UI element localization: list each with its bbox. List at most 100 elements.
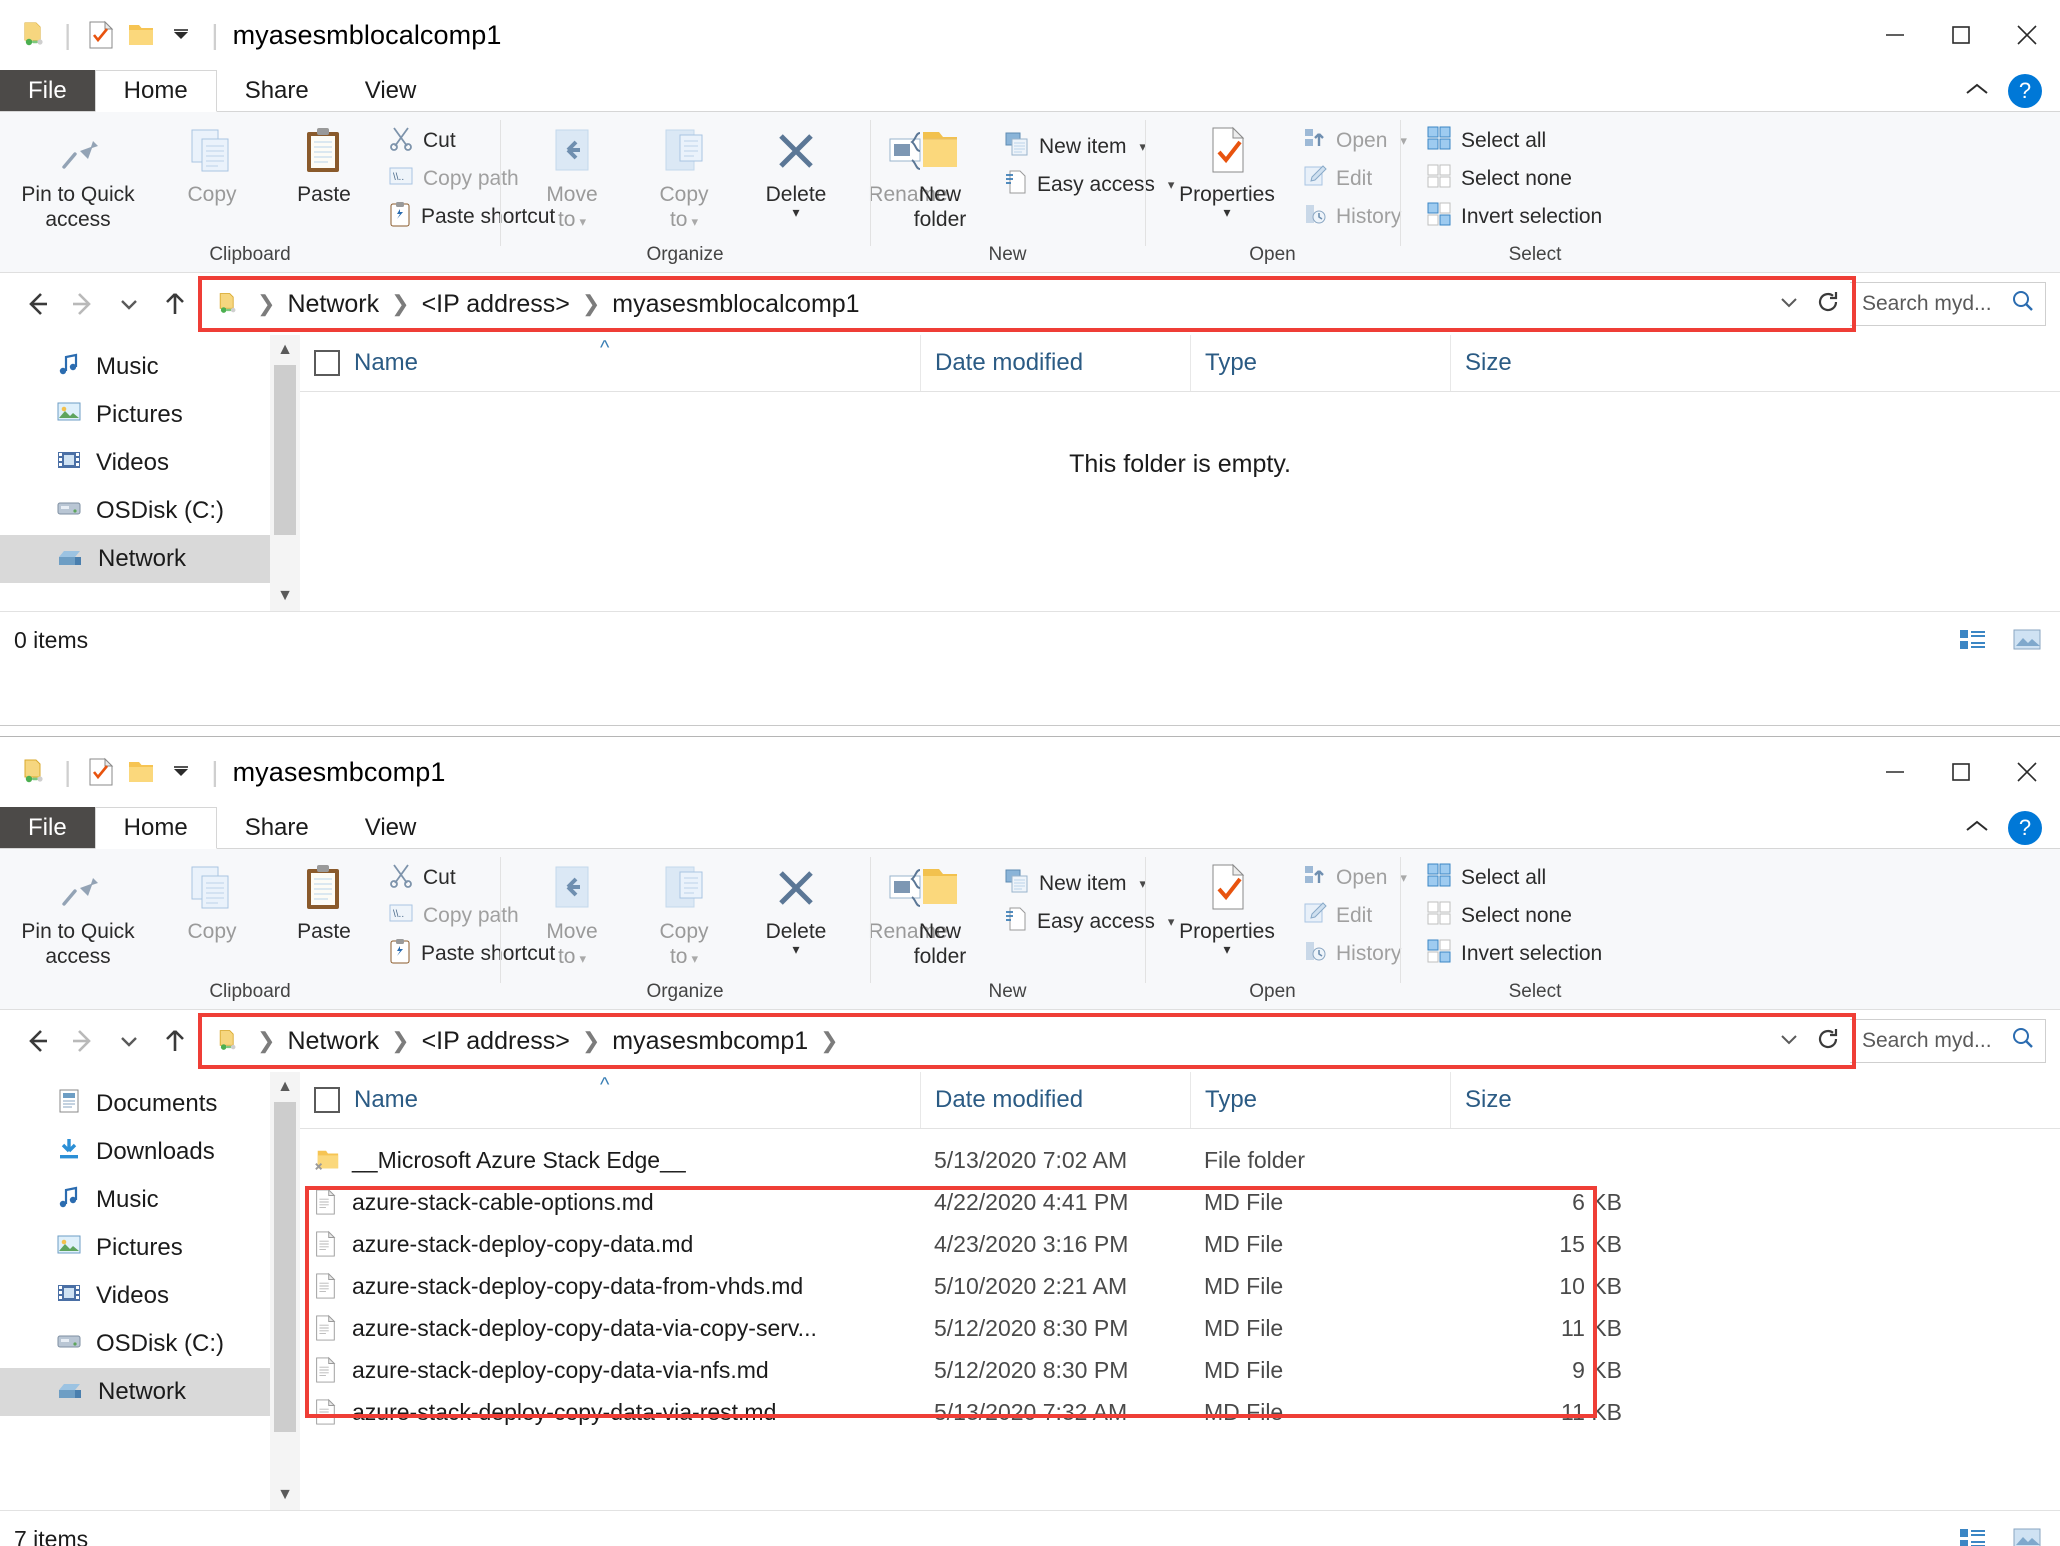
maximize-button[interactable] xyxy=(1928,0,1994,70)
paste-button[interactable]: Paste xyxy=(268,857,380,944)
properties-button[interactable]: Properties ▾ xyxy=(1159,120,1295,219)
move-to-button[interactable]: Move to ▾ xyxy=(516,120,628,234)
pin-to-quick-access-button[interactable]: Pin to Quick access xyxy=(0,120,156,232)
breadcrumb-separator[interactable]: ❯ xyxy=(245,1028,287,1054)
column-header-name[interactable]: Name ^ xyxy=(300,335,920,391)
nav-scroll-up-icon[interactable]: ▲ xyxy=(277,335,293,365)
tab-share[interactable]: Share xyxy=(217,70,337,112)
nav-scroll-down-icon[interactable]: ▼ xyxy=(277,1480,293,1510)
copy-button[interactable]: Copy xyxy=(156,857,268,944)
column-header-type[interactable]: Type xyxy=(1190,335,1450,391)
breadcrumb-item-ip[interactable]: <IP address> xyxy=(422,290,570,319)
sidebar-item-network[interactable]: Network xyxy=(0,535,300,583)
pin-to-quick-access-button[interactable]: Pin to Quick access xyxy=(0,857,156,969)
open-button[interactable]: Open ▾ xyxy=(1295,859,1415,897)
new-folder-button[interactable]: New folder xyxy=(884,857,996,969)
refresh-icon[interactable] xyxy=(1815,1026,1841,1057)
up-button[interactable] xyxy=(152,281,198,327)
sidebar-item-videos[interactable]: Videos xyxy=(0,439,300,487)
copy-button[interactable]: Copy xyxy=(156,120,268,207)
back-button[interactable] xyxy=(14,1018,60,1064)
details-view-button[interactable] xyxy=(1954,623,1992,657)
copy-to-button[interactable]: Copy to ▾ xyxy=(628,120,740,234)
close-button[interactable] xyxy=(1994,0,2060,70)
sidebar-item-music[interactable]: Music xyxy=(0,343,300,391)
minimize-button[interactable] xyxy=(1862,737,1928,807)
nav-scroll-thumb[interactable] xyxy=(274,365,296,535)
breadcrumb-separator[interactable]: ❯ xyxy=(379,1028,421,1054)
select-none-button[interactable]: Select none xyxy=(1418,160,1610,198)
tab-home[interactable]: Home xyxy=(94,807,217,849)
sidebar-item-pictures[interactable]: Pictures xyxy=(0,1224,300,1272)
breadcrumb-separator[interactable]: ❯ xyxy=(379,291,421,317)
tab-file[interactable]: File xyxy=(0,807,95,849)
nav-scroll-up-icon[interactable]: ▲ xyxy=(277,1072,293,1102)
quick-access-toolbar[interactable]: | | myasesmbcomp1 xyxy=(0,752,445,792)
collapse-ribbon-icon[interactable] xyxy=(1964,817,1990,840)
table-row[interactable]: azure-stack-deploy-copy-data-via-nfs.md … xyxy=(300,1349,2060,1391)
breadcrumb-separator[interactable]: ❯ xyxy=(570,291,612,317)
maximize-button[interactable] xyxy=(1928,737,1994,807)
collapse-ribbon-icon[interactable] xyxy=(1964,80,1990,103)
sidebar-item-downloads[interactable]: Downloads xyxy=(0,1128,300,1176)
nav-scrollbar[interactable]: ▲ ▼ xyxy=(270,1072,300,1510)
help-button[interactable]: ? xyxy=(2008,811,2042,845)
breadcrumb-item-share[interactable]: myasesmblocalcomp1 xyxy=(612,290,859,319)
tab-file[interactable]: File xyxy=(0,70,95,112)
column-header-date[interactable]: Date modified xyxy=(920,335,1190,391)
details-view-button[interactable] xyxy=(1954,1522,1992,1546)
search-input[interactable]: Search myd... xyxy=(1850,1019,2046,1063)
search-icon[interactable] xyxy=(2011,289,2035,319)
nav-scroll-thumb[interactable] xyxy=(274,1102,296,1432)
delete-chevron-down-icon[interactable]: ▾ xyxy=(792,205,799,219)
breadcrumb-item-network[interactable]: Network xyxy=(287,1027,379,1056)
column-header-name[interactable]: Name ^ xyxy=(300,1072,920,1128)
breadcrumb-item-share[interactable]: myasesmbcomp1 xyxy=(612,1027,808,1056)
tab-view[interactable]: View xyxy=(337,70,445,112)
history-button[interactable]: History xyxy=(1295,935,1415,973)
properties-chevron-down-icon[interactable]: ▾ xyxy=(1223,205,1230,219)
sidebar-item-osdisk[interactable]: OSDisk (C:) xyxy=(0,487,300,535)
edit-button[interactable]: Edit xyxy=(1295,897,1415,935)
refresh-icon[interactable] xyxy=(1815,289,1841,320)
select-all-checkbox[interactable] xyxy=(314,1087,340,1113)
tab-share[interactable]: Share xyxy=(217,807,337,849)
recent-locations-chevron-down-icon[interactable] xyxy=(106,281,152,327)
sidebar-item-osdisk[interactable]: OSDisk (C:) xyxy=(0,1320,300,1368)
select-all-button[interactable]: Select all xyxy=(1418,122,1610,160)
sidebar-item-pictures[interactable]: Pictures xyxy=(0,391,300,439)
address-dropdown-chevron-down-icon[interactable] xyxy=(1777,1027,1801,1056)
table-row[interactable]: azure-stack-deploy-copy-data.md 4/23/202… xyxy=(300,1223,2060,1265)
invert-selection-button[interactable]: Invert selection xyxy=(1418,935,1610,973)
nav-scrollbar[interactable]: ▲ ▼ xyxy=(270,335,300,611)
move-to-button[interactable]: Move to ▾ xyxy=(516,857,628,971)
sidebar-item-documents[interactable]: Documents xyxy=(0,1080,300,1128)
up-button[interactable] xyxy=(152,1018,198,1064)
column-header-date[interactable]: Date modified xyxy=(920,1072,1190,1128)
history-button[interactable]: History xyxy=(1295,198,1415,236)
close-button[interactable] xyxy=(1994,737,2060,807)
recent-locations-chevron-down-icon[interactable] xyxy=(106,1018,152,1064)
tab-home[interactable]: Home xyxy=(94,70,217,112)
minimize-button[interactable] xyxy=(1862,0,1928,70)
table-row[interactable]: __Microsoft Azure Stack Edge__ 5/13/2020… xyxy=(300,1139,2060,1181)
select-all-checkbox[interactable] xyxy=(314,350,340,376)
address-dropdown-chevron-down-icon[interactable] xyxy=(1777,290,1801,319)
table-row[interactable]: azure-stack-deploy-copy-data-via-copy-se… xyxy=(300,1307,2060,1349)
qat-chevron-down-icon[interactable] xyxy=(161,15,201,55)
quick-access-toolbar[interactable]: | | myasesmblocalcomp1 xyxy=(0,15,501,55)
breadcrumb-item-ip[interactable]: <IP address> xyxy=(422,1027,570,1056)
address-bar[interactable]: ❯ Network ❯ <IP address> ❯ myasesmbcomp1… xyxy=(198,1013,1856,1069)
breadcrumb-separator[interactable]: ❯ xyxy=(245,291,287,317)
new-folder-icon[interactable] xyxy=(121,15,161,55)
table-row[interactable]: azure-stack-deploy-copy-data-from-vhds.m… xyxy=(300,1265,2060,1307)
back-button[interactable] xyxy=(14,281,60,327)
nav-scroll-down-icon[interactable]: ▼ xyxy=(277,581,293,611)
qat-chevron-down-icon[interactable] xyxy=(161,752,201,792)
new-folder-button[interactable]: New folder xyxy=(884,120,996,232)
delete-chevron-down-icon[interactable]: ▾ xyxy=(792,942,799,956)
breadcrumb-separator-trailing[interactable]: ❯ xyxy=(808,1028,850,1054)
sidebar-item-music[interactable]: Music xyxy=(0,1176,300,1224)
table-row[interactable]: azure-stack-deploy-copy-data-via-rest.md… xyxy=(300,1391,2060,1433)
copy-to-button[interactable]: Copy to ▾ xyxy=(628,857,740,971)
